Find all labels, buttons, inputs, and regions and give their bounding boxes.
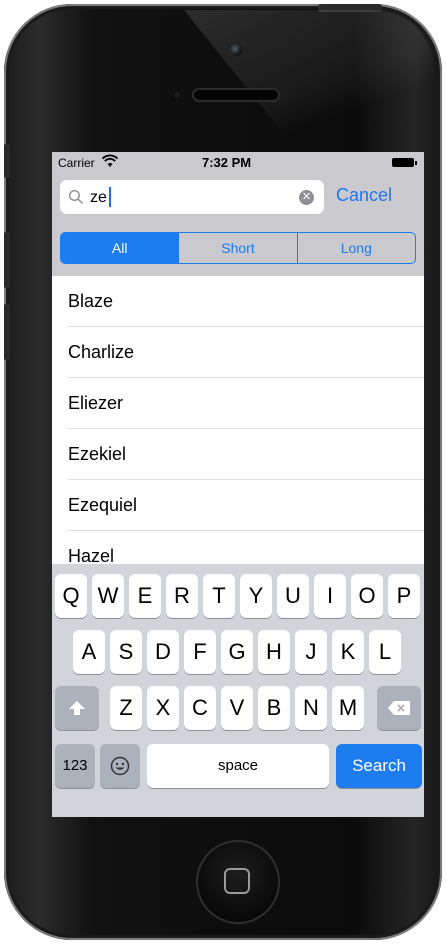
iphone-frame: Carrier 7:32 PM ze ✕ Cancel All Short Lo… — [4, 4, 442, 940]
search-key[interactable]: Search — [336, 744, 422, 788]
key-v[interactable]: V — [221, 686, 253, 730]
numbers-key[interactable]: 123 — [55, 744, 95, 788]
space-key[interactable]: space — [147, 744, 329, 788]
home-button[interactable] — [196, 840, 280, 924]
search-header: Carrier 7:32 PM ze ✕ Cancel All Short Lo… — [52, 152, 424, 276]
keyboard-row-3: Z X C V B N M — [52, 686, 424, 730]
cancel-button[interactable]: Cancel — [336, 185, 392, 206]
key-j[interactable]: J — [295, 630, 327, 674]
key-g[interactable]: G — [221, 630, 253, 674]
scope-segmented-control: All Short Long — [60, 232, 416, 264]
proximity-sensor — [174, 92, 180, 98]
key-z[interactable]: Z — [110, 686, 142, 730]
key-t[interactable]: T — [203, 574, 235, 618]
key-e[interactable]: E — [129, 574, 161, 618]
shift-key[interactable] — [55, 686, 99, 730]
magnifier-icon — [68, 189, 83, 204]
keyboard: Q W E R T Y U I O P A S D F G H J K L Z … — [52, 564, 424, 817]
key-m[interactable]: M — [332, 686, 364, 730]
key-h[interactable]: H — [258, 630, 290, 674]
key-r[interactable]: R — [166, 574, 198, 618]
list-item[interactable]: Blaze — [68, 276, 424, 327]
status-bar: Carrier 7:32 PM — [52, 152, 424, 174]
earpiece-speaker — [194, 90, 278, 100]
list-item[interactable]: Eliezer — [68, 378, 424, 429]
backspace-icon — [388, 701, 410, 715]
key-k[interactable]: K — [332, 630, 364, 674]
carrier-label: Carrier — [58, 156, 95, 170]
key-p[interactable]: P — [388, 574, 420, 618]
power-button — [318, 4, 382, 12]
results-list: Blaze Charlize Eliezer Ezekiel Ezequiel … — [52, 276, 424, 582]
wifi-icon — [102, 154, 118, 167]
front-camera — [230, 44, 242, 56]
home-icon — [224, 868, 250, 894]
shift-icon — [69, 701, 85, 715]
key-s[interactable]: S — [110, 630, 142, 674]
emoji-icon — [110, 756, 130, 776]
scope-long[interactable]: Long — [296, 233, 415, 263]
emoji-key[interactable] — [100, 744, 140, 788]
list-item[interactable]: Ezequiel — [68, 480, 424, 531]
key-u[interactable]: U — [277, 574, 309, 618]
key-d[interactable]: D — [147, 630, 179, 674]
battery-icon — [392, 158, 417, 167]
key-b[interactable]: B — [258, 686, 290, 730]
volume-down-button — [4, 304, 10, 360]
key-q[interactable]: Q — [55, 574, 87, 618]
key-w[interactable]: W — [92, 574, 124, 618]
scope-all[interactable]: All — [61, 233, 179, 263]
keyboard-row-2: A S D F G H J K L — [52, 630, 424, 674]
keyboard-row-4: 123 space Search — [52, 744, 424, 788]
mute-switch — [4, 144, 10, 178]
key-l[interactable]: L — [369, 630, 401, 674]
search-field[interactable]: ze ✕ — [60, 180, 324, 214]
list-item[interactable]: Ezekiel — [68, 429, 424, 480]
search-query-text[interactable]: ze — [90, 189, 107, 207]
key-y[interactable]: Y — [240, 574, 272, 618]
screen: Carrier 7:32 PM ze ✕ Cancel All Short Lo… — [52, 152, 424, 817]
key-o[interactable]: O — [351, 574, 383, 618]
status-time: 7:32 PM — [202, 155, 252, 170]
glass-reflection — [184, 10, 434, 150]
key-n[interactable]: N — [295, 686, 327, 730]
backspace-key[interactable] — [377, 686, 421, 730]
volume-up-button — [4, 232, 10, 288]
list-item[interactable]: Charlize — [68, 327, 424, 378]
key-f[interactable]: F — [184, 630, 216, 674]
keyboard-row-1: Q W E R T Y U I O P — [52, 574, 424, 618]
key-a[interactable]: A — [73, 630, 105, 674]
clear-icon[interactable]: ✕ — [299, 190, 314, 205]
key-c[interactable]: C — [184, 686, 216, 730]
text-cursor — [109, 187, 111, 207]
key-i[interactable]: I — [314, 574, 346, 618]
scope-short[interactable]: Short — [178, 233, 296, 263]
key-x[interactable]: X — [147, 686, 179, 730]
